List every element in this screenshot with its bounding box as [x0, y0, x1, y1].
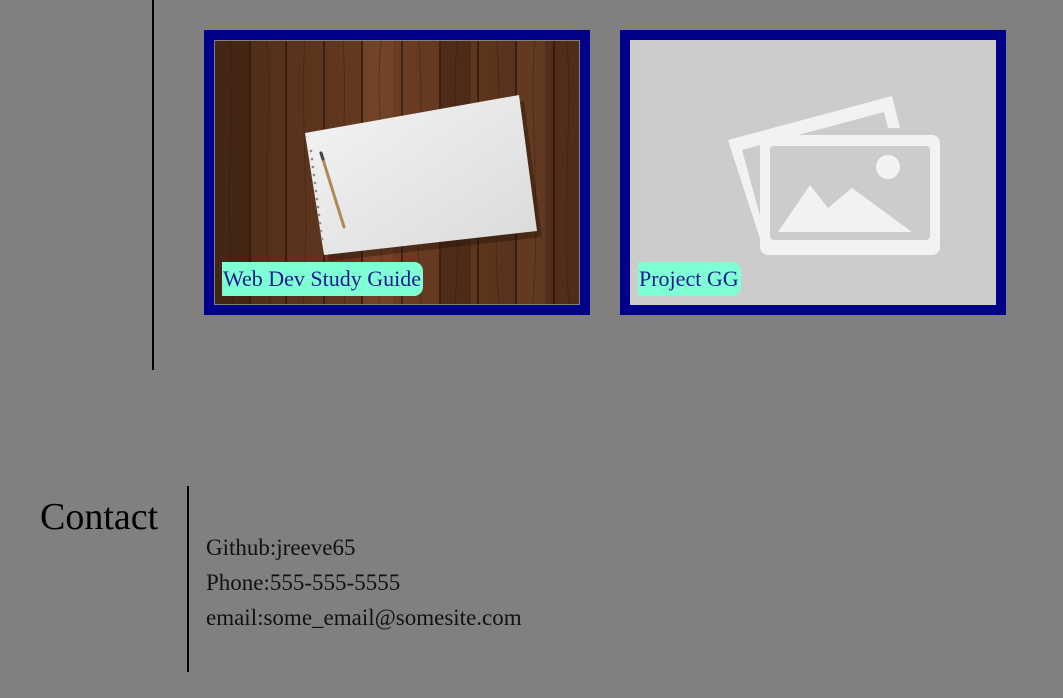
contact-email: email:some_email@somesite.com — [206, 605, 522, 630]
project-title[interactable]: Web Dev Study Guide — [222, 262, 424, 296]
project-title[interactable]: Project GG — [638, 262, 741, 296]
project-card-project-gg[interactable]: Project GG — [620, 30, 1006, 315]
contact-heading: Contact — [40, 496, 159, 538]
contact-phone: Phone:555-555-5555 — [206, 570, 401, 595]
project-card-web-dev-study-guide[interactable]: Web Dev Study Guide — [204, 30, 590, 315]
page: Web Dev Study Guide Project GG Contact G… — [0, 0, 1063, 698]
contact-divider — [187, 486, 189, 672]
contact-list: Github:jreeve65 Phone:555-555-5555 email… — [206, 530, 522, 635]
contact-github: Github:jreeve65 — [206, 535, 356, 560]
work-section-divider — [152, 0, 154, 370]
